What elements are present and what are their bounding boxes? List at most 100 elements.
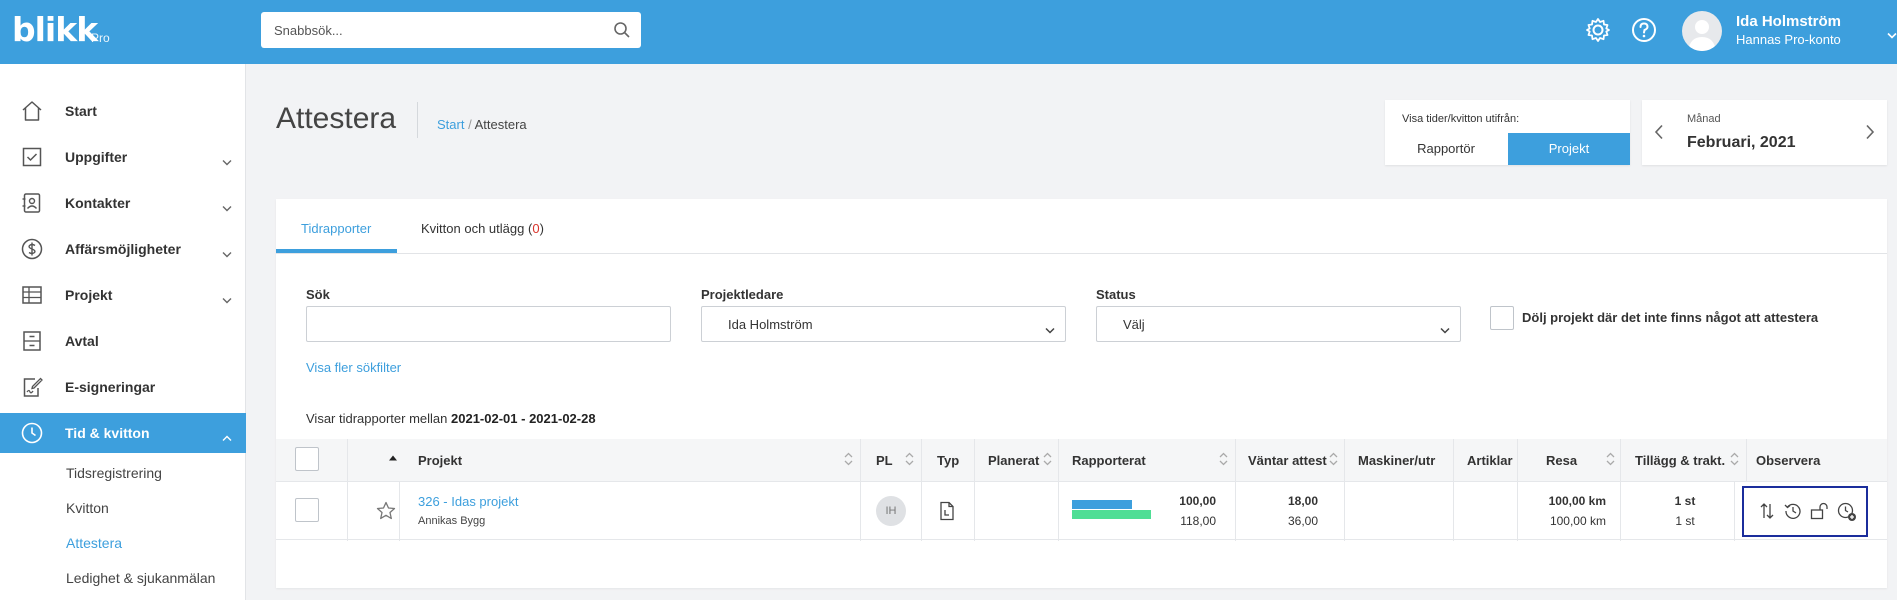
column-divider: [1344, 482, 1345, 541]
column-divider: [860, 439, 861, 481]
sort-icon[interactable]: [1730, 452, 1739, 471]
sort-icon[interactable]: [1219, 452, 1228, 471]
chevron-down-icon: [1440, 321, 1450, 339]
range-summary: Visar tidrapporter mellan 2021-02-01 - 2…: [306, 411, 596, 426]
chevron-right-icon[interactable]: [1865, 124, 1875, 145]
column-header-planned[interactable]: Planerat: [988, 453, 1039, 468]
table-row[interactable]: 326 - Idas projekt Annikas Bygg IH 100,0…: [276, 481, 1887, 541]
project-link[interactable]: 326 - Idas projekt: [418, 494, 518, 509]
sidebar-item-kontakter[interactable]: Kontakter: [0, 183, 246, 223]
chevron-down-icon: [222, 199, 232, 217]
column-header-pl[interactable]: PL: [876, 453, 893, 468]
column-divider: [860, 482, 861, 541]
status-select[interactable]: Välj: [1096, 306, 1461, 342]
sidebar-item-uppgifter[interactable]: Uppgifter: [0, 137, 246, 177]
column-divider: [1734, 482, 1735, 541]
allowance-value: 1 st: [1674, 494, 1696, 508]
breadcrumb-home-link[interactable]: Start: [437, 117, 464, 132]
sidebar-item-start[interactable]: Start: [0, 91, 246, 131]
column-header-machines[interactable]: Maskiner/utr: [1358, 453, 1435, 468]
sidebar-subitem-attestera[interactable]: Attestera: [66, 535, 122, 551]
search-filter-field[interactable]: [306, 306, 671, 342]
history-icon[interactable]: [1784, 502, 1802, 525]
view-rapportor-button[interactable]: Rapportör: [1385, 133, 1507, 165]
sort-icon[interactable]: [844, 452, 853, 471]
month-picker: Månad Februari, 2021: [1642, 100, 1887, 165]
breadcrumb-separator: /: [468, 117, 472, 132]
attest-panel: Tidrapporter Kvitton och utlägg (0) Sök …: [276, 199, 1887, 588]
sort-icon[interactable]: [1043, 452, 1052, 471]
manager-select[interactable]: Ida Holmström: [701, 306, 1066, 342]
sort-icon[interactable]: [1329, 452, 1338, 471]
tab-bar: Tidrapporter Kvitton och utlägg (0): [276, 199, 1887, 254]
column-divider: [1058, 482, 1059, 541]
add-time-icon[interactable]: [1837, 502, 1857, 527]
column-header-pending[interactable]: Väntar attest: [1248, 453, 1327, 468]
column-header-articles[interactable]: Artiklar: [1467, 453, 1513, 468]
breadcrumb-current: Attestera: [474, 117, 527, 132]
column-divider: [1453, 439, 1454, 481]
column-divider: [921, 482, 922, 541]
column-header-allowance[interactable]: Tillägg & trakt.: [1635, 453, 1725, 468]
settings-gear-icon[interactable]: [1584, 16, 1612, 49]
app-logo-sub: Pro: [91, 31, 110, 45]
column-divider: [347, 439, 348, 481]
chevron-down-icon: [222, 153, 232, 171]
sort-arrows-icon[interactable]: [1760, 502, 1774, 525]
search-icon[interactable]: [613, 21, 631, 44]
sort-icon[interactable]: [1606, 452, 1615, 471]
column-header-reported[interactable]: Rapporterat: [1072, 453, 1146, 468]
chevron-down-icon: [222, 245, 232, 263]
chevron-left-icon[interactable]: [1654, 124, 1664, 145]
global-search[interactable]: [261, 12, 641, 48]
signature-icon: [21, 376, 43, 398]
column-header-type[interactable]: Typ: [937, 453, 959, 468]
column-divider: [1517, 482, 1518, 541]
reported-total-bar: [1072, 510, 1151, 519]
user-name[interactable]: Ida Holmström: [1736, 13, 1841, 30]
document-icon[interactable]: [939, 501, 955, 526]
more-filters-link[interactable]: Visa fler sökfilter: [306, 360, 401, 375]
sidebar-item-affarsmojligheter[interactable]: Affärsmöjligheter: [0, 229, 246, 269]
search-input[interactable]: [261, 12, 591, 48]
month-label: Månad: [1687, 113, 1721, 125]
help-icon[interactable]: [1630, 16, 1658, 49]
star-icon[interactable]: [376, 501, 396, 525]
tab-kvitton[interactable]: Kvitton och utlägg (0): [421, 221, 544, 236]
column-divider: [347, 482, 348, 541]
select-all-checkbox[interactable]: [295, 447, 319, 471]
sidebar-subitem-tidsregistrering[interactable]: Tidsregistrering: [66, 465, 162, 481]
manager-filter-label: Projektledare: [701, 287, 784, 302]
pending-value: 18,00: [1287, 494, 1318, 508]
sidebar-item-label: Kontakter: [65, 195, 131, 211]
search-filter-input[interactable]: [307, 307, 670, 341]
hide-empty-checkbox[interactable]: [1490, 306, 1514, 330]
row-select-checkbox[interactable]: [295, 498, 319, 522]
column-divider: [1746, 439, 1747, 481]
chevron-down-icon: [1045, 321, 1055, 339]
sidebar-item-label: Avtal: [65, 333, 99, 349]
column-divider: [1235, 439, 1236, 481]
sidebar-item-avtal[interactable]: Avtal: [0, 321, 246, 361]
project-manager-avatar[interactable]: IH: [876, 496, 906, 526]
column-divider: [1620, 482, 1621, 541]
tab-tidrapporter[interactable]: Tidrapporter: [301, 221, 371, 236]
app-logo[interactable]: blikk: [12, 10, 98, 49]
status-select-value: Välj: [1123, 317, 1145, 332]
sort-asc-icon[interactable]: [388, 449, 398, 467]
sidebar-item-label: E-signeringar: [65, 379, 156, 395]
tab-kvitton-label: Kvitton och utlägg: [421, 221, 525, 236]
user-avatar[interactable]: [1682, 11, 1722, 51]
chevron-down-icon[interactable]: [1887, 27, 1897, 45]
sort-icon[interactable]: [905, 452, 914, 471]
unlock-icon[interactable]: [1810, 502, 1830, 525]
column-header-travel[interactable]: Resa: [1546, 453, 1577, 468]
month-value: Februari, 2021: [1687, 134, 1796, 151]
sidebar-item-projekt[interactable]: Projekt: [0, 275, 246, 315]
column-header-project[interactable]: Projekt: [418, 453, 462, 468]
view-projekt-button[interactable]: Projekt: [1508, 133, 1630, 165]
sidebar-item-tid-kvitton[interactable]: Tid & kvitton: [0, 413, 246, 453]
sidebar-item-e-signeringar[interactable]: E-signeringar: [0, 367, 246, 407]
sidebar-subitem-ledighet[interactable]: Ledighet & sjukanmälan: [66, 570, 215, 586]
sidebar-subitem-kvitton[interactable]: Kvitton: [66, 500, 109, 516]
